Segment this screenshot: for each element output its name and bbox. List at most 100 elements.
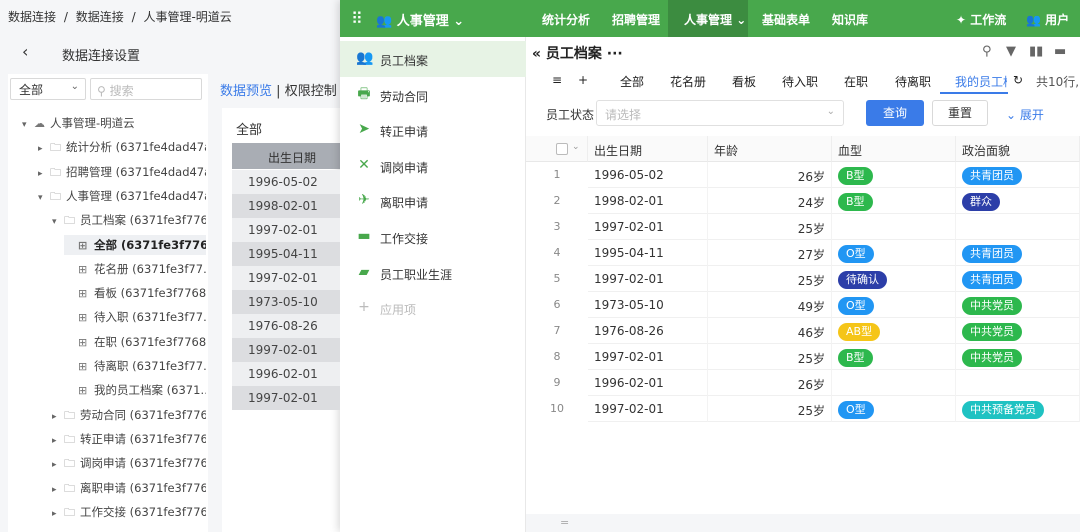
tree-node[interactable]: ▸ 🗀 调岗申请 (6371fe3f776… bbox=[50, 453, 206, 473]
sidebar-item[interactable]: 👥 员工档案 bbox=[340, 41, 526, 77]
view-tab[interactable]: 待入职 bbox=[782, 73, 818, 90]
caret-right-icon[interactable]: ▸ bbox=[38, 139, 50, 157]
birthdate-cell[interactable]: 1998-02-01 bbox=[588, 188, 708, 214]
tree-node[interactable]: ⊞ 我的员工档案 (6371… bbox=[64, 380, 206, 400]
chevron-down-icon[interactable]: ⌄ bbox=[572, 142, 580, 152]
age-cell[interactable]: 49岁 bbox=[708, 292, 832, 318]
sidebar-item[interactable]: ▬ 工作交接 bbox=[340, 219, 526, 255]
reset-button[interactable]: 重置 bbox=[932, 100, 988, 126]
political-status-cell[interactable]: 群众 bbox=[956, 188, 1080, 214]
add-view-icon[interactable]: + bbox=[578, 73, 588, 87]
tree-node[interactable]: ⊞ 全部 (6371fe3f776… bbox=[64, 234, 206, 255]
workflow-button[interactable]: ✦ 工作流 bbox=[956, 11, 1006, 28]
tree-node[interactable]: ⊞ 看板 (6371fe3f7768… bbox=[64, 283, 206, 303]
political-status-cell[interactable]: 中共党员 bbox=[956, 318, 1080, 344]
more-icon[interactable]: ··· bbox=[607, 46, 623, 62]
sidebar-item[interactable]: ✕ 调岗申请 bbox=[340, 148, 526, 184]
political-status-cell[interactable]: 共青团员 bbox=[956, 162, 1080, 188]
tree-node[interactable]: ⊞ 在职 (6371fe3f7768… bbox=[64, 332, 206, 352]
sidebar-item[interactable]: + 应用项 bbox=[340, 290, 526, 326]
expand-button[interactable]: ⌄ 展开 bbox=[1006, 106, 1044, 123]
breadcrumb-item[interactable]: 数据连接 bbox=[76, 10, 124, 24]
nav-item[interactable]: 知识库 bbox=[832, 11, 868, 28]
political-status-cell[interactable]: 共青团员 bbox=[956, 266, 1080, 292]
tree-node[interactable]: ▸ 🗀 工作交接 (6371fe3f776… bbox=[50, 502, 206, 522]
caret-right-icon[interactable]: ▸ bbox=[52, 455, 64, 473]
nav-item[interactable]: 统计分析 bbox=[542, 11, 590, 28]
blood-type-cell[interactable]: B型 bbox=[832, 188, 956, 214]
caret-right-icon[interactable]: ▸ bbox=[52, 431, 64, 449]
blood-type-cell[interactable] bbox=[832, 370, 956, 396]
age-cell[interactable]: 26岁 bbox=[708, 370, 832, 396]
age-cell[interactable]: 27岁 bbox=[708, 240, 832, 266]
caret-down-icon[interactable]: ▾ bbox=[22, 115, 34, 133]
tree-node[interactable]: ⊞ 待入职 (6371fe3f77… bbox=[64, 307, 206, 327]
tree-node[interactable]: ▾ 🗀 员工档案 (6371fe3f776… bbox=[50, 210, 206, 230]
filter-status-select[interactable]: 请选择 ⌄ bbox=[596, 100, 844, 126]
birthdate-cell[interactable]: 1995-04-11 bbox=[588, 240, 708, 266]
search-icon[interactable]: ⚲ bbox=[982, 44, 992, 59]
blood-type-cell[interactable]: O型 bbox=[832, 396, 956, 422]
comment-icon[interactable]: ▬ bbox=[1054, 44, 1066, 59]
blood-type-cell[interactable]: B型 bbox=[832, 344, 956, 370]
tree-search-input[interactable]: ⚲ 搜索 bbox=[90, 78, 202, 100]
column-header[interactable]: 政治面貌 bbox=[956, 136, 1080, 162]
tree-node[interactable]: ▸🗀 招聘管理 (6371fe4dad47a… bbox=[36, 162, 206, 182]
view-tab[interactable]: 看板 bbox=[732, 73, 756, 90]
app-title[interactable]: 👥 人事管理 ⌄ bbox=[376, 10, 464, 29]
query-button[interactable]: 查询 bbox=[866, 100, 924, 126]
age-cell[interactable]: 46岁 bbox=[708, 318, 832, 344]
tab-permission-control[interactable]: 权限控制 bbox=[285, 84, 337, 99]
select-all-checkbox[interactable] bbox=[556, 143, 568, 155]
collapse-icon[interactable]: « bbox=[532, 46, 546, 62]
view-tab[interactable]: 待离职 bbox=[895, 73, 931, 90]
blood-type-cell[interactable]: O型 bbox=[832, 292, 956, 318]
political-status-cell[interactable] bbox=[956, 214, 1080, 240]
birthdate-cell[interactable]: 1996-02-01 bbox=[588, 370, 708, 396]
filter-icon[interactable]: ▼ bbox=[1006, 44, 1016, 59]
blood-type-cell[interactable]: 待确认 bbox=[832, 266, 956, 292]
blood-type-cell[interactable]: B型 bbox=[832, 162, 956, 188]
caret-down-icon[interactable]: ▾ bbox=[52, 212, 64, 230]
tree-node[interactable]: ▾ ☁ 人事管理-明道云 bbox=[20, 113, 206, 133]
blood-type-cell[interactable] bbox=[832, 214, 956, 240]
political-status-cell[interactable]: 中共党员 bbox=[956, 344, 1080, 370]
view-tab[interactable]: 全部 bbox=[620, 73, 644, 90]
refresh-icon[interactable]: ↻ bbox=[1013, 73, 1023, 87]
tree-node[interactable]: ▾🗀 人事管理 (6371fe4dad47a… bbox=[36, 186, 206, 206]
users-button[interactable]: 👥 用户 bbox=[1026, 11, 1069, 28]
column-header[interactable]: 出生日期 bbox=[588, 136, 708, 162]
stats-icon[interactable]: ▮▮ bbox=[1029, 44, 1043, 59]
birthdate-cell[interactable]: 1997-02-01 bbox=[588, 266, 708, 292]
sidebar-item[interactable]: 🖶 劳动合同 bbox=[340, 77, 526, 113]
birthdate-cell[interactable]: 1997-02-01 bbox=[588, 214, 708, 240]
birthdate-cell[interactable]: 1997-02-01 bbox=[588, 344, 708, 370]
sidebar-item[interactable]: ➤ 转正申请 bbox=[340, 112, 526, 148]
political-status-cell[interactable] bbox=[956, 370, 1080, 396]
nav-item[interactable]: 招聘管理 bbox=[612, 11, 660, 28]
age-cell[interactable]: 25岁 bbox=[708, 214, 832, 240]
back-arrow-icon[interactable]: ‹ bbox=[22, 42, 28, 61]
birthdate-cell[interactable]: 1996-05-02 bbox=[588, 162, 708, 188]
tree-node[interactable]: ⊞ 待离职 (6371fe3f77… bbox=[64, 356, 206, 376]
age-cell[interactable]: 24岁 bbox=[708, 188, 832, 214]
grid-menu-icon[interactable]: ⠿ bbox=[351, 9, 363, 28]
tree-node[interactable]: ▸🗀 统计分析 (6371fe4dad47a… bbox=[36, 137, 206, 157]
tree-node[interactable]: ▸ 🗀 劳动合同 (6371fe3f776… bbox=[50, 405, 206, 425]
column-header[interactable]: 血型 bbox=[832, 136, 956, 162]
age-cell[interactable]: 26岁 bbox=[708, 162, 832, 188]
view-list-icon[interactable]: ≡ bbox=[552, 73, 562, 87]
age-cell[interactable]: 25岁 bbox=[708, 344, 832, 370]
age-cell[interactable]: 25岁 bbox=[708, 266, 832, 292]
caret-right-icon[interactable]: ▸ bbox=[52, 407, 64, 425]
view-tab[interactable]: 花名册 bbox=[670, 73, 706, 90]
scope-select[interactable]: 全部 ⌄ bbox=[10, 78, 86, 100]
political-status-cell[interactable]: 共青团员 bbox=[956, 240, 1080, 266]
breadcrumb-item[interactable]: 数据连接 bbox=[8, 10, 56, 24]
tree-node[interactable]: ⊞ 花名册 (6371fe3f77… bbox=[64, 259, 206, 279]
caret-right-icon[interactable]: ▸ bbox=[52, 504, 64, 522]
column-header[interactable]: 年龄 bbox=[708, 136, 832, 162]
view-tab[interactable]: 在职 bbox=[844, 73, 868, 90]
age-cell[interactable]: 25岁 bbox=[708, 396, 832, 422]
political-status-cell[interactable]: 中共预备党员 bbox=[956, 396, 1080, 422]
